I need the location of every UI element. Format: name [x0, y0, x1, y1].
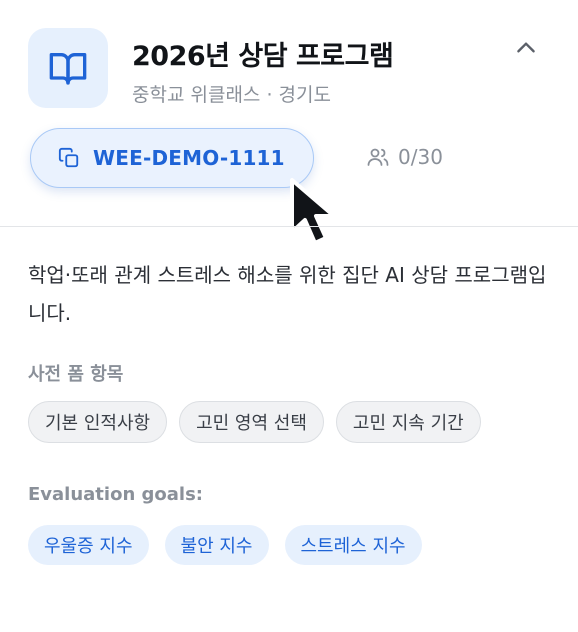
pre-form-chip: 기본 인적사항: [28, 401, 168, 443]
divider: [0, 226, 578, 227]
copy-icon: [57, 146, 81, 170]
program-code: WEE-DEMO-1111: [93, 146, 285, 170]
program-description: 학업·또래 관계 스트레스 해소를 위한 집단 AI 상담 프로그램입니다.: [28, 263, 547, 325]
program-title: 2026년 상담 프로그램: [132, 41, 394, 72]
evaluation-chips: 우울증 지수 불안 지수 스트레스 지수: [28, 525, 422, 565]
evaluation-goals-title: Evaluation goals:: [28, 484, 204, 505]
program-card: 2026년 상담 프로그램 중학교 위클래스 · 경기도 WEE-DEMO-11…: [0, 0, 578, 632]
collapse-button[interactable]: [510, 32, 542, 64]
pre-form-title: 사전 폼 항목: [28, 364, 124, 385]
evaluation-chip: 우울증 지수: [28, 525, 149, 565]
mouse-pointer-icon: [290, 178, 336, 245]
pre-form-chip: 고민 지속 기간: [335, 401, 481, 443]
program-logo: [28, 28, 108, 108]
book-open-icon: [49, 53, 87, 85]
member-count: 0/30: [366, 144, 443, 170]
member-count-text: 0/30: [398, 145, 443, 169]
copy-code-button[interactable]: WEE-DEMO-1111: [30, 128, 314, 188]
users-icon: [366, 144, 392, 170]
chevron-up-icon: [517, 42, 535, 53]
pre-form-chips: 기본 인적사항 고민 영역 선택 고민 지속 기간: [28, 401, 481, 443]
pre-form-chip: 고민 영역 선택: [179, 401, 324, 443]
card-header: 2026년 상담 프로그램 중학교 위클래스 · 경기도: [28, 28, 578, 110]
program-subtitle: 중학교 위클래스 · 경기도: [132, 84, 331, 106]
evaluation-chip: 불안 지수: [164, 525, 269, 565]
evaluation-chip: 스트레스 지수: [284, 525, 422, 565]
